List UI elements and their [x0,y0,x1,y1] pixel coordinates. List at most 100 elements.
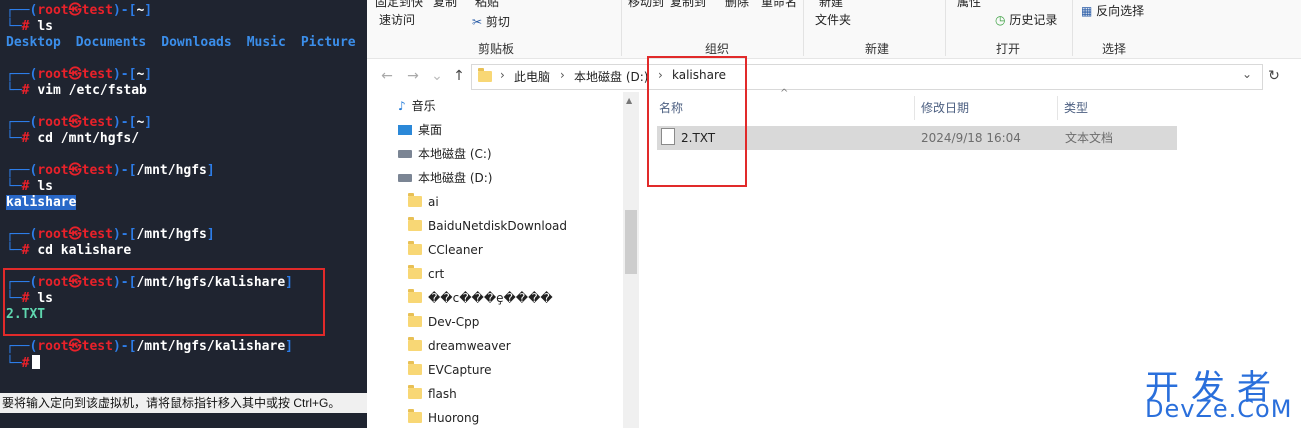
terminal-command: └─# cd kalishare [6,243,132,258]
chevron-right-icon: › [560,68,565,82]
terminal-command[interactable]: └─# [6,355,41,371]
copy-to-button[interactable]: 复制到 [670,0,706,10]
nav-item-drive-c[interactable]: 本地磁盘 (C:) [398,142,492,166]
terminal-prompt: ┌──(root㉿test)-[/mnt/hgfs/kalishare] [6,275,293,290]
scissors-icon: ✂ [472,15,483,29]
chevron-right-icon: › [500,68,505,82]
nav-folder[interactable]: Dev-Cpp [408,310,479,334]
desktop-icon [398,125,412,135]
move-to-button[interactable]: 移动到 [628,0,664,10]
forward-arrow-icon[interactable]: → [403,66,423,86]
folder-icon [408,409,422,423]
scroll-thumb[interactable] [625,210,637,274]
terminal-command: └─# vim /etc/fstab [6,83,147,98]
ribbon-separator [1072,0,1073,56]
address-row: ← → ⌄ ↑ › 此电脑 › 本地磁盘 (D:) › kalishare ⌄ … [367,62,1301,90]
folder-icon [408,337,422,351]
terminal-prompt: ┌──(root㉿test)-[~] [6,67,153,82]
highlight-box [647,56,747,187]
chevron-down-icon[interactable]: ⌄ [1242,67,1252,81]
ribbon: 固定到快 速访问 复制 粘贴 ✂ 剪切 剪贴板 移动到 复制到 删除 重命名 组… [367,0,1301,59]
history-button[interactable]: ◷ 历史记录 [995,12,1057,28]
copy-button[interactable]: 复制 [433,0,457,10]
column-header-date[interactable]: 修改日期 [921,94,969,122]
column-header-type[interactable]: 类型 [1064,94,1088,122]
nav-item-drive-d[interactable]: 本地磁盘 (D:) [398,166,492,190]
nav-folder[interactable]: CCleaner [408,238,483,262]
back-arrow-icon[interactable]: ← [377,66,397,86]
group-select: 选择 [1101,42,1126,56]
terminal-bottom [0,413,367,428]
column-separator[interactable] [1057,96,1058,120]
drive-icon [398,150,412,158]
terminal-command: └─# ls [6,19,53,34]
nav-folder[interactable]: EVCapture [408,358,492,382]
group-organize: 组织 [704,42,729,56]
properties-button[interactable]: 属性 [957,0,981,10]
vm-status-bar: 要将输入定向到该虚拟机，请将鼠标指针移入其中或按 Ctrl+G。 [0,393,367,413]
breadcrumb-this-pc[interactable]: 此电脑 [514,68,550,85]
terminal-output-ls-kalishare: 2.TXT [6,307,46,322]
new-folder-label: 文件夹 [815,13,852,27]
paste-button[interactable]: 粘贴 [475,0,499,10]
terminal-prompt: ┌──(root㉿test)-[~] [6,115,153,130]
history-icon: ◷ [995,13,1006,27]
nav-folder[interactable]: ��c���ȩ���� [408,286,553,310]
address-bar[interactable]: › 此电脑 › 本地磁盘 (D:) › kalishare ⌄ [471,64,1263,90]
terminal-prompt: ┌──(root㉿test)-[/mnt/hgfs] [6,227,215,242]
drive-icon [398,174,412,182]
nav-folder[interactable]: BaiduNetdiskDownload [408,214,567,238]
folder-icon [408,241,422,255]
terminal-prompt: ┌──(root㉿test)-[/mnt/hgfs/kalishare] [6,339,293,354]
folder-icon [408,193,422,207]
folder-icon [408,289,422,303]
terminal-command: └─# cd /mnt/hgfs/ [6,131,140,146]
ribbon-separator [621,0,622,56]
sort-ascending-icon: ^ [780,88,789,99]
group-clipboard: 剪贴板 [477,42,514,56]
watermark-en: DevZe.CoM [1145,395,1293,423]
ribbon-separator [803,0,804,56]
scroll-up-icon[interactable]: ▲ [626,96,632,105]
nav-folder[interactable]: ai [408,190,439,214]
folder-icon [408,361,422,375]
breadcrumb-drive-d[interactable]: 本地磁盘 (D:) [574,68,648,85]
music-icon: ♪ [398,99,406,113]
up-arrow-icon[interactable]: ↑ [449,66,469,86]
pin-quick-access-button[interactable]: 固定到快 [375,0,423,10]
terminal-command: └─# ls [6,179,53,194]
terminal-prompt: ┌──(root㉿test)-[~] [6,3,153,18]
nav-scrollbar[interactable]: ▲ [623,92,639,428]
nav-item-desktop[interactable]: 桌面 [398,118,442,142]
new-folder-button[interactable]: 新建 [819,0,843,10]
terminal-output-ls-home: Desktop Documents Downloads Music Picture [6,35,356,50]
terminal-prompt: ┌──(root㉿test)-[/mnt/hgfs] [6,163,215,178]
delete-button[interactable]: 删除 [725,0,749,10]
nav-folder[interactable]: Huorong [408,406,479,430]
group-open: 打开 [995,42,1020,56]
terminal-cursor [32,355,41,369]
nav-folder[interactable]: dreamweaver [408,334,511,358]
nav-folder[interactable]: flash [408,382,457,406]
navigation-pane: ♪ 音乐 桌面 本地磁盘 (C:) 本地磁盘 (D:) ai BaiduNetdi… [367,92,639,428]
folder-icon [408,217,422,231]
refresh-icon[interactable]: ↻ [1264,66,1284,86]
terminal-command: └─# ls [6,291,53,306]
nav-item-music[interactable]: ♪ 音乐 [398,94,436,118]
recent-chevron-icon[interactable]: ⌄ [427,66,447,86]
ribbon-separator [945,0,946,56]
pin-quick-access-label: 速访问 [379,13,416,27]
nav-folder[interactable]: crt [408,262,444,286]
folder-icon [408,265,422,279]
file-date-cell: 2024/9/18 16:04 [921,131,1021,145]
invert-selection-button[interactable]: ▦ 反向选择 [1081,3,1144,19]
folder-icon [478,68,492,82]
file-type-cell: 文本文档 [1065,131,1114,145]
rename-button[interactable]: 重命名 [761,0,797,10]
terminal-window[interactable]: ┌──(root㉿test)-[~] └─# ls Desktop Documen… [0,0,367,428]
folder-icon [408,313,422,327]
group-new: 新建 [864,42,889,56]
invert-selection-icon: ▦ [1081,4,1093,18]
column-separator[interactable] [914,96,915,120]
cut-button[interactable]: ✂ 剪切 [472,14,510,30]
